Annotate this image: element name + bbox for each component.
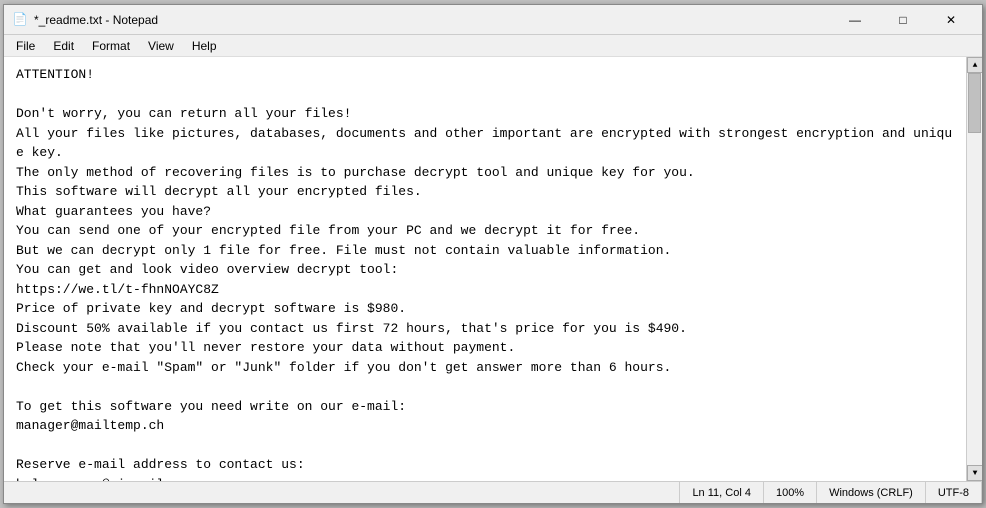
scroll-thumb[interactable] [968,73,981,133]
menu-view[interactable]: View [140,37,182,55]
menu-edit[interactable]: Edit [45,37,82,55]
window-title: *_readme.txt - Notepad [34,13,832,27]
content-area: ▲ ▼ [4,57,982,481]
line-ending: Windows (CRLF) [817,482,926,503]
scroll-up-button[interactable]: ▲ [967,57,982,73]
maximize-button[interactable]: □ [880,5,926,35]
window-controls: — □ ✕ [832,5,974,35]
minimize-button[interactable]: — [832,5,878,35]
status-spacer [4,482,680,503]
menu-help[interactable]: Help [184,37,225,55]
scroll-track[interactable] [967,73,982,465]
vertical-scrollbar[interactable]: ▲ ▼ [966,57,982,481]
menu-file[interactable]: File [8,37,43,55]
title-bar: 📄 *_readme.txt - Notepad — □ ✕ [4,5,982,35]
text-editor[interactable] [4,57,966,481]
close-button[interactable]: ✕ [928,5,974,35]
notepad-window: 📄 *_readme.txt - Notepad — □ ✕ File Edit… [3,4,983,504]
cursor-position: Ln 11, Col 4 [680,482,764,503]
scroll-down-button[interactable]: ▼ [967,465,982,481]
encoding: UTF-8 [926,482,982,503]
menu-bar: File Edit Format View Help [4,35,982,57]
menu-format[interactable]: Format [84,37,138,55]
status-bar: Ln 11, Col 4 100% Windows (CRLF) UTF-8 [4,481,982,503]
zoom-level: 100% [764,482,817,503]
app-icon: 📄 [12,12,28,28]
